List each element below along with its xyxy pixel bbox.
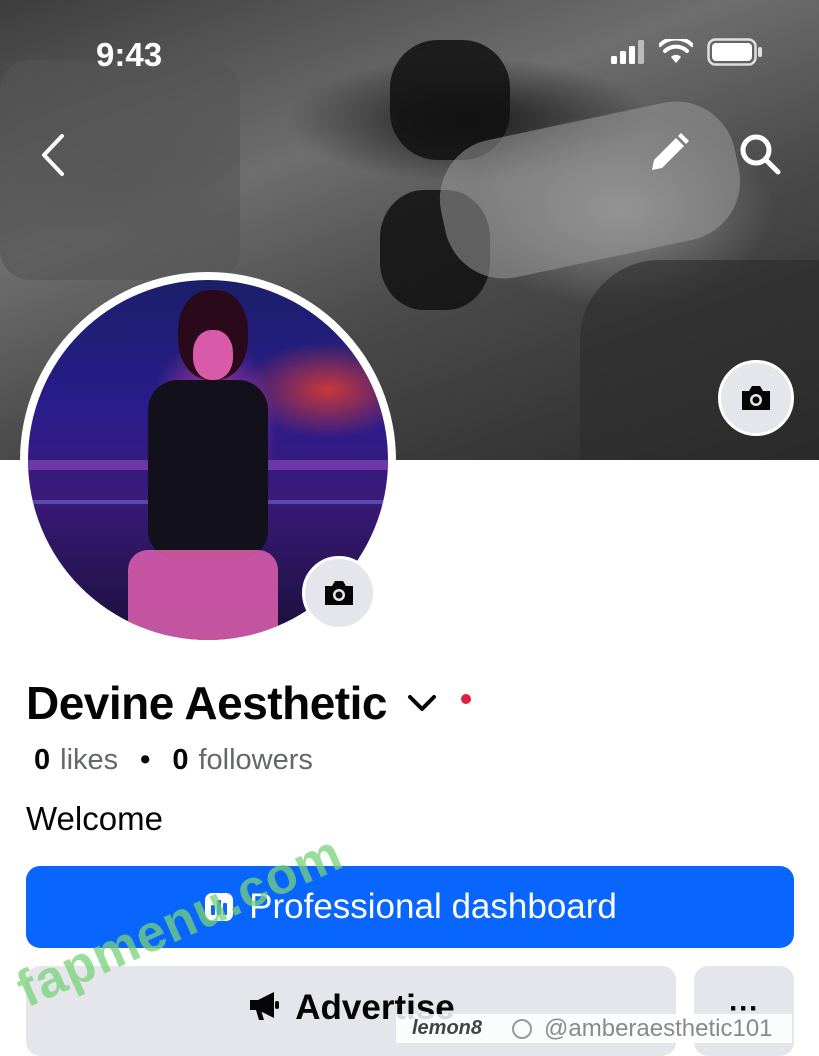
photo-shape — [193, 330, 233, 380]
photo-shape — [128, 550, 278, 640]
status-icons — [611, 38, 763, 66]
followers-count: 0 — [172, 744, 189, 776]
search-button[interactable] — [736, 130, 784, 178]
camera-icon — [742, 386, 770, 410]
cover-camera-button[interactable] — [718, 360, 794, 436]
likes-label[interactable]: likes — [60, 744, 118, 777]
bio-text: Welcome — [26, 800, 163, 837]
battery-icon — [707, 38, 762, 66]
stats-row: 0 likes • 0 followers — [34, 744, 313, 777]
status-time: 9:43 — [96, 36, 163, 73]
wifi-icon — [659, 39, 693, 63]
bottom-overlay-tag: lemon8 @amberaesthetic101 — [396, 1014, 792, 1043]
likes-count: 0 — [34, 744, 51, 776]
overlay-handle: @amberaesthetic101 — [544, 1014, 773, 1042]
pencil-icon — [652, 133, 689, 170]
cover-shape — [580, 260, 819, 460]
notification-dot — [461, 694, 471, 704]
status-bar: 9:43 — [0, 0, 819, 100]
edit-button[interactable] — [644, 130, 692, 178]
profile-camera-button[interactable] — [302, 556, 376, 630]
camera-icon — [325, 581, 353, 605]
back-button[interactable] — [34, 130, 74, 180]
name-row[interactable]: Devine Aesthetic — [26, 676, 471, 730]
chevron-left-icon — [42, 134, 64, 176]
signal-icon — [611, 40, 644, 64]
page-title: Devine Aesthetic — [26, 677, 388, 729]
photo-shape — [148, 380, 268, 560]
search-icon — [740, 134, 781, 175]
stats-separator: • — [140, 744, 151, 776]
followers-label[interactable]: followers — [198, 744, 312, 777]
overlay-brand: lemon8 — [412, 1017, 483, 1039]
user-icon — [512, 1018, 533, 1039]
megaphone-icon — [250, 992, 280, 1020]
chevron-down-icon[interactable] — [405, 686, 439, 720]
